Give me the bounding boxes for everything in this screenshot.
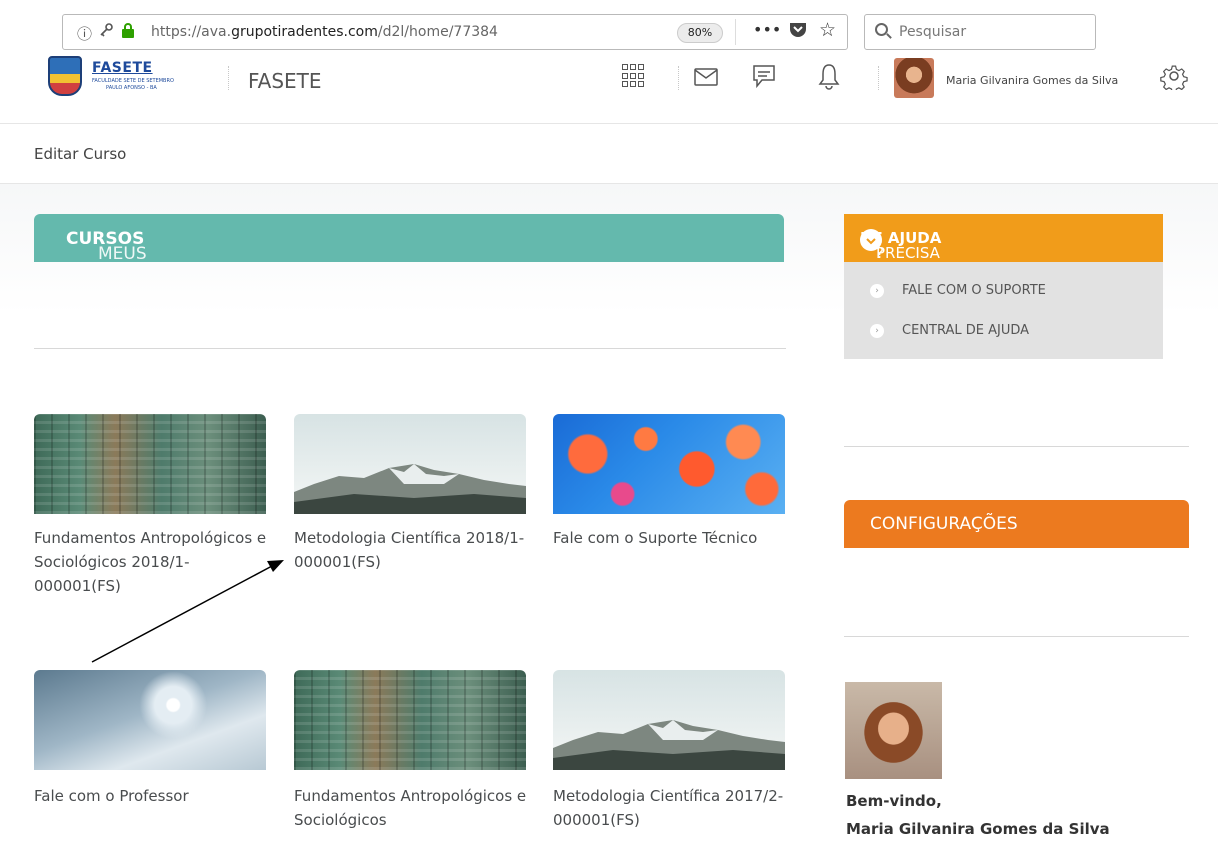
chevron-down-icon[interactable]	[860, 229, 882, 251]
divider	[878, 66, 879, 90]
user-avatar[interactable]	[894, 58, 934, 98]
edit-course-link[interactable]: Editar Curso	[34, 145, 126, 163]
course-image-mountain[interactable]	[294, 414, 526, 514]
divider	[34, 348, 786, 349]
crest-icon	[48, 56, 82, 96]
settings-title: CONFIGURAÇÕES	[870, 514, 1018, 534]
logo-location: PAULO AFONSO - BA	[106, 85, 157, 91]
welcome-greeting: Bem-vindo,	[846, 792, 942, 810]
bell-icon[interactable]	[818, 62, 840, 94]
divider	[228, 66, 229, 90]
browser-search-field[interactable]: Pesquisar	[864, 14, 1096, 50]
course-image-snowflake[interactable]	[34, 670, 266, 770]
my-courses-title: MEUS CURSOS	[66, 229, 147, 264]
mail-icon[interactable]	[694, 68, 718, 90]
user-profile-photo[interactable]	[845, 682, 942, 779]
divider	[844, 636, 1189, 637]
course-image-jellyfish[interactable]	[553, 414, 785, 514]
address-bar[interactable]: ⓘ https://ava.grupotiradentes.com/d2l/ho…	[62, 14, 848, 50]
info-icon[interactable]: ⓘ	[77, 23, 92, 44]
course-title[interactable]: Metodologia Científica 2017/2-000001(FS)	[553, 784, 793, 832]
divider	[844, 446, 1189, 447]
course-title[interactable]: Fundamentos Antropológicos e Sociológico…	[34, 526, 274, 598]
help-header[interactable]: PRECISA DE AJUDA?	[844, 214, 1163, 262]
course-image-mountain[interactable]	[553, 670, 785, 770]
search-icon	[875, 23, 888, 36]
page-actions-icon[interactable]: •••	[753, 20, 781, 39]
help-link-center[interactable]: CENTRAL DE AJUDA	[902, 323, 1029, 338]
welcome-user-name: Maria Gilvanira Gomes da Silva	[846, 820, 1110, 838]
chevron-right-icon: ›	[870, 284, 884, 298]
gear-icon[interactable]	[1160, 62, 1188, 94]
chevron-right-icon: ›	[870, 324, 884, 338]
course-image-wood[interactable]	[34, 414, 266, 514]
my-courses-header: MEUS CURSOS	[34, 214, 784, 264]
help-link-support[interactable]: FALE COM O SUPORTE	[902, 283, 1046, 298]
divider	[735, 19, 736, 45]
logo-tagline: FACULDADE SETE DE SETEMBRO	[92, 78, 174, 84]
fasete-logo[interactable]: FASETE FACULDADE SETE DE SETEMBRO PAULO …	[44, 54, 184, 98]
nav-divider	[0, 123, 1218, 124]
bookmark-star-icon[interactable]: ☆	[819, 19, 836, 41]
logo-text: FASETE	[92, 60, 153, 76]
user-name[interactable]: Maria Gilvanira Gomes da Silva	[946, 74, 1118, 87]
settings-widget-header: CONFIGURAÇÕES	[844, 500, 1189, 548]
course-image-wood[interactable]	[294, 670, 526, 770]
course-selector-icon[interactable]	[622, 64, 646, 88]
pocket-icon[interactable]	[789, 21, 807, 42]
lock-icon[interactable]	[121, 23, 135, 42]
org-name[interactable]: FASETE	[248, 69, 322, 93]
course-title[interactable]: Fale com o Suporte Técnico	[553, 526, 793, 550]
divider	[678, 66, 679, 90]
chat-icon[interactable]	[752, 64, 776, 94]
key-icon[interactable]	[99, 23, 113, 41]
course-title[interactable]: Metodologia Científica 2018/1-000001(FS)	[294, 526, 534, 574]
search-placeholder: Pesquisar	[899, 24, 967, 40]
course-title[interactable]: Fale com o Professor	[34, 784, 274, 808]
course-title[interactable]: Fundamentos Antropológicos e Sociológico…	[294, 784, 534, 832]
url-text[interactable]: https://ava.grupotiradentes.com/d2l/home…	[151, 24, 498, 40]
help-widget: PRECISA DE AJUDA? › FALE COM O SUPORTE ›…	[844, 214, 1163, 359]
zoom-indicator[interactable]: 80%	[677, 23, 723, 43]
